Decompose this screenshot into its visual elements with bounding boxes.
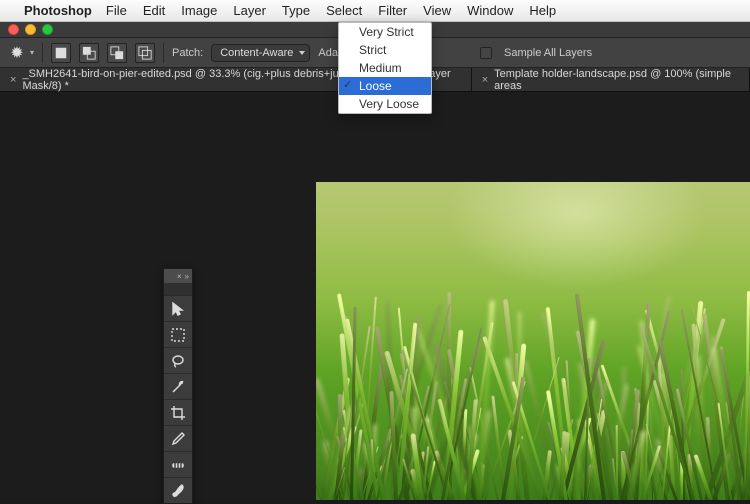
window-close-icon[interactable]: [8, 24, 19, 35]
menu-view[interactable]: View: [423, 3, 451, 18]
adaptation-option-strict[interactable]: Strict: [339, 41, 431, 59]
panel-subheader: [164, 283, 192, 295]
intersect-selection-icon[interactable]: [135, 43, 155, 63]
marquee-tool-icon[interactable]: [164, 321, 192, 347]
adaptation-option-very-loose[interactable]: Very Loose: [339, 95, 431, 113]
menu-filter[interactable]: Filter: [378, 3, 407, 18]
document-tab-2-label: Template holder-landscape.psd @ 100% (si…: [494, 68, 739, 92]
adaptation-option-medium[interactable]: Medium: [339, 59, 431, 77]
panel-close-icon[interactable]: ×: [177, 272, 182, 281]
menu-file[interactable]: File: [106, 3, 127, 18]
sample-all-layers-label: Sample All Layers: [504, 47, 592, 59]
close-tab-icon[interactable]: ×: [10, 74, 16, 86]
canvas-area[interactable]: [0, 92, 750, 500]
crop-tool-icon[interactable]: [164, 399, 192, 425]
adaptation-dropdown-menu: Very Strict Strict Medium ✓Loose Very Lo…: [338, 22, 432, 114]
new-selection-icon[interactable]: [51, 43, 71, 63]
document-tab-2[interactable]: × Template holder-landscape.psd @ 100% (…: [472, 68, 750, 91]
sample-all-layers-checkbox[interactable]: [480, 47, 492, 59]
document-image: [316, 182, 750, 500]
adaptation-option-very-strict[interactable]: Very Strict: [339, 23, 431, 41]
panel-header[interactable]: × »: [164, 269, 192, 283]
window-zoom-icon[interactable]: [42, 24, 53, 35]
magic-wand-tool-icon[interactable]: [164, 373, 192, 399]
separator: [42, 43, 43, 63]
eyedropper-tool-icon[interactable]: [164, 425, 192, 451]
lasso-tool-icon[interactable]: [164, 347, 192, 373]
checkmark-icon: ✓: [343, 78, 352, 91]
menu-window[interactable]: Window: [467, 3, 513, 18]
healing-brush-tool-icon[interactable]: [164, 451, 192, 477]
healing-brush-tool-icon[interactable]: ✹: [8, 44, 26, 62]
menubar-app-name[interactable]: Photoshop: [24, 3, 92, 18]
macos-menubar: Photoshop File Edit Image Layer Type Sel…: [0, 0, 750, 22]
subtract-from-selection-icon[interactable]: [107, 43, 127, 63]
patch-mode-dropdown[interactable]: Content-Aware: [211, 44, 310, 62]
menu-type[interactable]: Type: [282, 3, 310, 18]
menu-help[interactable]: Help: [529, 3, 556, 18]
patch-mode-value: Content-Aware: [220, 47, 293, 59]
add-to-selection-icon[interactable]: [79, 43, 99, 63]
menu-layer[interactable]: Layer: [233, 3, 266, 18]
close-tab-icon[interactable]: ×: [482, 74, 488, 86]
tools-floating-panel[interactable]: × »: [163, 268, 193, 504]
tool-preset-disclosure-icon[interactable]: ▾: [30, 48, 34, 57]
brush-tool-icon[interactable]: [164, 477, 192, 503]
window-minimize-icon[interactable]: [25, 24, 36, 35]
menu-edit[interactable]: Edit: [143, 3, 165, 18]
patch-label: Patch:: [172, 47, 203, 59]
panel-collapse-icon[interactable]: »: [185, 272, 189, 281]
separator: [163, 43, 164, 63]
move-tool-icon[interactable]: [164, 295, 192, 321]
menu-image[interactable]: Image: [181, 3, 217, 18]
menu-select[interactable]: Select: [326, 3, 362, 18]
adaptation-option-loose[interactable]: ✓Loose: [339, 77, 431, 95]
